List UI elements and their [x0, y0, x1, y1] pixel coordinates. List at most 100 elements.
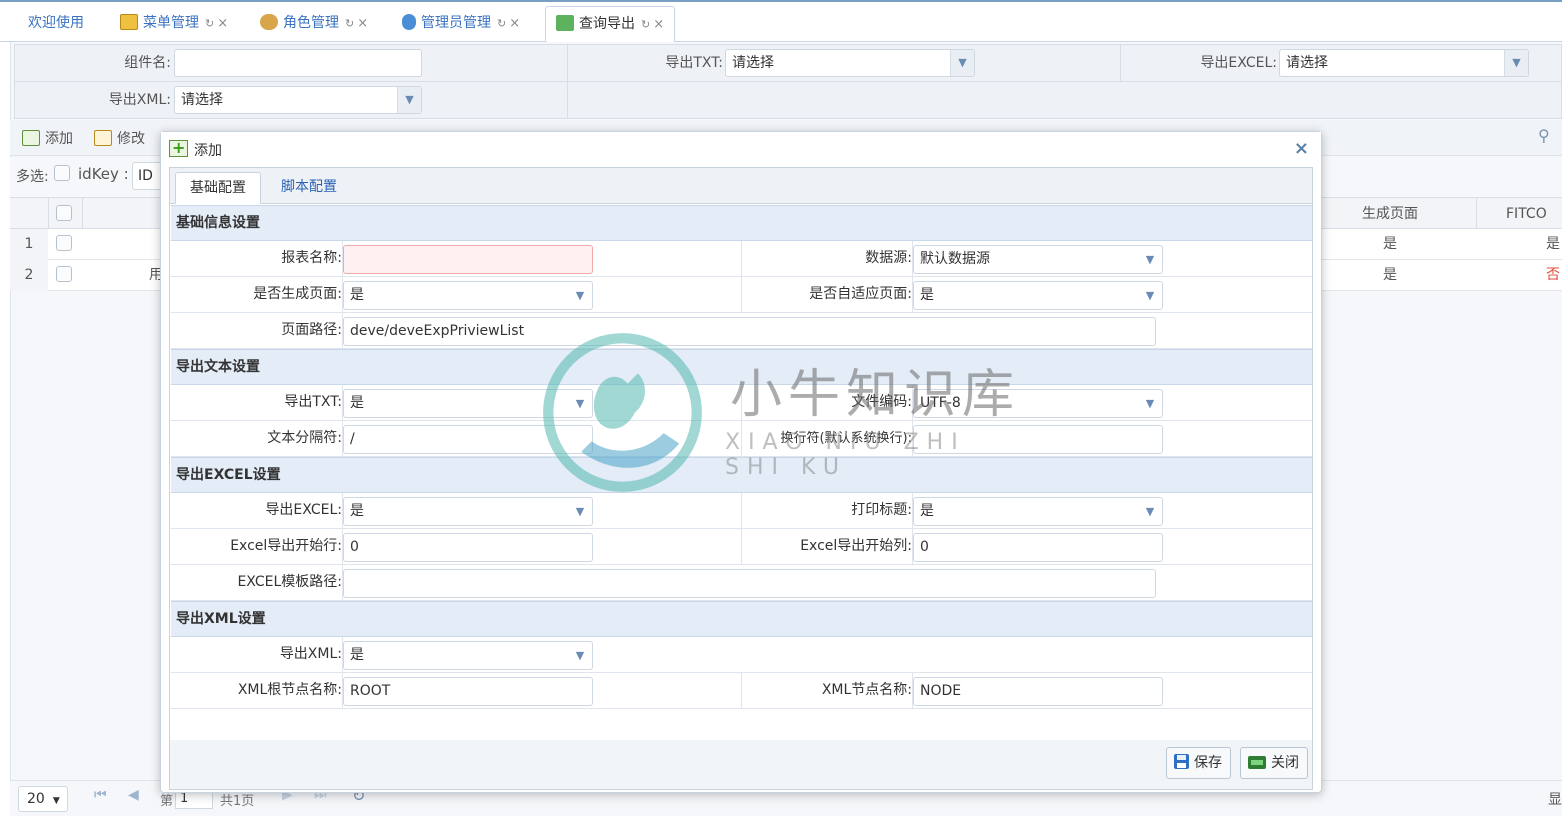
divider: [567, 82, 568, 118]
tab-query-export[interactable]: 查询导出 ↻ ×: [545, 6, 676, 44]
prev-page-icon[interactable]: ◀: [128, 787, 139, 803]
cell-fitco: 否: [1546, 267, 1560, 283]
column-header-fitco[interactable]: FITCO: [1506, 198, 1562, 229]
user-icon: [402, 14, 416, 30]
close-label: 关闭: [1271, 755, 1299, 771]
datasource-value: 默认数据源: [920, 251, 990, 267]
print-title-label: 打印标题:: [851, 502, 912, 518]
txt-select-value: 请选择: [732, 55, 774, 71]
excel-start-row-input[interactable]: 0: [343, 533, 593, 562]
gen-page-select[interactable]: 是 ▼: [343, 281, 593, 310]
idkey-label: idKey :: [78, 165, 129, 183]
search-row-1: 组件名: 导出TXT: 请选择 ▼ 导出EXCEL: 请选择 ▼: [14, 44, 1562, 82]
dialog-titlebar[interactable]: 添加 ×: [161, 132, 1321, 166]
close-icon[interactable]: ×: [1294, 138, 1309, 159]
first-page-icon[interactable]: ⏮: [94, 787, 107, 803]
form-row: 文本分隔符: / 换行符(默认系统换行):: [171, 421, 1312, 457]
page-path-input[interactable]: deve/deveExpPriviewList: [343, 317, 1156, 346]
save-button[interactable]: 保存: [1166, 747, 1231, 779]
row-checkbox[interactable]: [56, 235, 72, 251]
excel-select[interactable]: 请选择 ▼: [1279, 49, 1529, 77]
menu-icon: [120, 14, 138, 30]
encoding-select[interactable]: UTF-8 ▼: [913, 389, 1163, 418]
refresh-icon[interactable]: ↻: [345, 17, 354, 30]
tab-bar: 欢迎使用 菜单管理 ↻ × 角色管理 ↻ × 管理员管理 ↻ × 查询导出 ↻ ×: [0, 0, 1562, 44]
chevron-down-icon[interactable]: ▼: [1138, 390, 1162, 417]
separator-label: 文本分隔符:: [267, 430, 342, 446]
excel-start-col-input[interactable]: 0: [913, 533, 1163, 562]
close-icon[interactable]: ×: [653, 17, 664, 32]
section-basic: 基础信息设置: [171, 205, 1312, 241]
form-row: 页面路径: deve/deveExpPriviewList: [171, 313, 1312, 349]
row-checkbox[interactable]: [56, 266, 72, 282]
form-row: 导出EXCEL: 是 ▼ 打印标题: 是 ▼: [171, 493, 1312, 529]
refresh-icon[interactable]: ↻: [641, 18, 650, 31]
chevron-down-icon[interactable]: ▼: [1138, 282, 1162, 309]
refresh-icon[interactable]: ↻: [497, 17, 506, 30]
xml-root-input[interactable]: ROOT: [343, 677, 593, 706]
chevron-down-icon[interactable]: ▼: [950, 50, 974, 76]
tab-admin-management[interactable]: 管理员管理 ↻ ×: [402, 6, 520, 42]
component-input[interactable]: [174, 49, 422, 77]
chevron-down-icon[interactable]: ▼: [1138, 246, 1162, 273]
divider: [1120, 45, 1121, 81]
adaptive-select[interactable]: 是 ▼: [913, 281, 1163, 310]
close-button[interactable]: 关闭: [1240, 747, 1308, 779]
search-icon[interactable]: ⚲: [1538, 126, 1550, 145]
form-row: 报表名称: 数据源: 默认数据源 ▼: [171, 241, 1312, 277]
select-all-checkbox[interactable]: [56, 205, 72, 221]
edit-button[interactable]: 修改: [94, 128, 145, 148]
form-row: 导出TXT: 是 ▼ 文件编码: UTF-8 ▼: [171, 385, 1312, 421]
tab-script-config[interactable]: 脚本配置: [267, 172, 351, 204]
export-txt-label: 导出TXT:: [284, 394, 342, 410]
chevron-down-icon[interactable]: ▼: [568, 642, 592, 669]
xml-node-input[interactable]: NODE: [913, 677, 1163, 706]
export-excel-select[interactable]: 是 ▼: [343, 497, 593, 526]
chevron-down-icon[interactable]: ▼: [1138, 498, 1162, 525]
close-icon[interactable]: ×: [217, 16, 228, 31]
adaptive-label: 是否自适应页面:: [809, 286, 912, 302]
chevron-down-icon[interactable]: ▼: [1504, 50, 1528, 76]
datasource-select[interactable]: 默认数据源 ▼: [913, 245, 1163, 274]
save-icon: [1173, 751, 1190, 781]
xml-label: 导出XML:: [108, 92, 171, 108]
chevron-down-icon[interactable]: ▼: [568, 282, 592, 309]
export-xml-value: 是: [350, 647, 364, 663]
refresh-icon[interactable]: ↻: [205, 17, 214, 30]
chevron-down-icon[interactable]: ▼: [568, 390, 592, 417]
export-xml-select[interactable]: 是 ▼: [343, 641, 593, 670]
close-icon[interactable]: ×: [509, 16, 520, 31]
chevron-down-icon[interactable]: ▼: [397, 87, 421, 113]
xml-root-label: XML根节点名称:: [237, 682, 342, 698]
tab-basic-config[interactable]: 基础配置: [175, 172, 261, 204]
tab-role-management[interactable]: 角色管理 ↻ ×: [260, 6, 368, 42]
chevron-down-icon[interactable]: ▼: [568, 498, 592, 525]
form-row: EXCEL模板路径:: [171, 565, 1312, 601]
txt-select[interactable]: 请选择 ▼: [725, 49, 975, 77]
add-dialog: 添加 × 基础配置 脚本配置 基础信息设置 报表名称: 数据源: 默认数据源 ▼ …: [160, 131, 1322, 793]
excel-start-col-label: Excel导出开始列:: [800, 538, 912, 554]
tab-label: 管理员管理: [421, 15, 491, 31]
column-header-gen-page[interactable]: 生成页面: [1324, 198, 1456, 229]
dialog-body: 基础配置 脚本配置 基础信息设置 报表名称: 数据源: 默认数据源 ▼ 是否生成页…: [169, 167, 1313, 741]
tab-label: 角色管理: [283, 15, 339, 31]
tab-menu-management[interactable]: 菜单管理 ↻ ×: [120, 6, 228, 42]
cell-fitco: 是: [1546, 236, 1560, 252]
report-name-input[interactable]: [343, 245, 593, 274]
separator-input[interactable]: /: [343, 425, 593, 454]
add-button[interactable]: 添加: [22, 128, 73, 148]
page-size-select[interactable]: 20 ▼: [18, 786, 68, 812]
newline-input[interactable]: [913, 425, 1163, 454]
page-path-label: 页面路径:: [281, 322, 342, 338]
encoding-label: 文件编码:: [851, 394, 912, 410]
chevron-down-icon: ▼: [52, 796, 60, 806]
multi-select-checkbox[interactable]: [54, 165, 70, 181]
excel-template-input[interactable]: [343, 569, 1156, 598]
close-icon[interactable]: ×: [357, 16, 368, 31]
tab-welcome[interactable]: 欢迎使用: [28, 6, 84, 42]
page-size-value: 20: [27, 791, 45, 807]
print-title-select[interactable]: 是 ▼: [913, 497, 1163, 526]
xml-select[interactable]: 请选择 ▼: [174, 86, 422, 114]
tab-label: 欢迎使用: [28, 15, 84, 31]
export-txt-select[interactable]: 是 ▼: [343, 389, 593, 418]
